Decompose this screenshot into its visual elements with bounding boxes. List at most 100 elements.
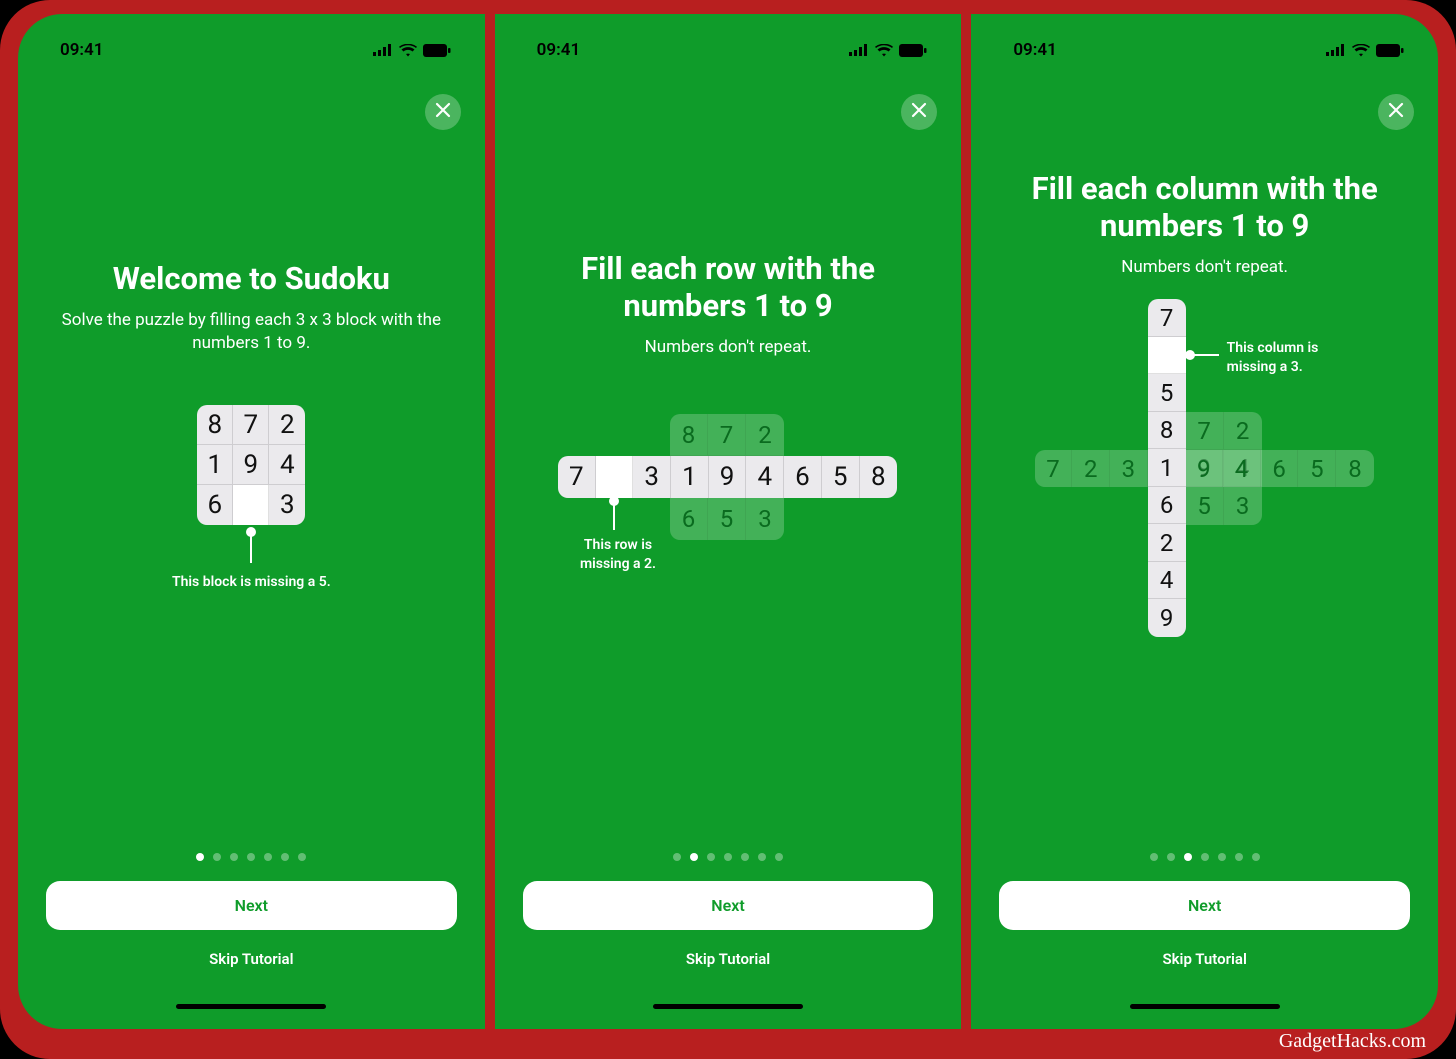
- battery-icon: [899, 44, 927, 57]
- home-indicator[interactable]: [176, 1004, 326, 1009]
- page-dot[interactable]: [673, 853, 681, 861]
- page-indicator: [196, 853, 306, 861]
- next-button[interactable]: Next: [46, 881, 457, 930]
- bottom-controls: Next Skip Tutorial: [971, 853, 1438, 1029]
- phone-screen-1: 09:41 Welcome to Sudoku Solve the puz: [18, 14, 485, 1029]
- watermark: GadgetHacks.com: [1279, 1030, 1426, 1053]
- status-time: 09:41: [537, 40, 580, 60]
- sudoku-ghost-cell: 7: [1035, 450, 1073, 488]
- page-dot[interactable]: [1150, 853, 1158, 861]
- sudoku-cell-empty: [596, 456, 634, 498]
- sudoku-cell: 8: [860, 456, 898, 498]
- page-dot[interactable]: [690, 853, 698, 861]
- tutorial-content: Fill each row with the numbers 1 to 9 Nu…: [495, 60, 962, 853]
- phone-screen-3: 09:41 Fill each column with the numbers …: [971, 14, 1438, 1029]
- status-bar: 09:41: [971, 14, 1438, 60]
- page-dot[interactable]: [724, 853, 732, 861]
- sudoku-cell: 7: [1148, 299, 1186, 337]
- wifi-icon: [875, 44, 893, 57]
- page-dot[interactable]: [298, 853, 306, 861]
- sudoku-ghost-cell: 8: [670, 414, 708, 456]
- sudoku-cell: 6: [784, 456, 822, 498]
- sudoku-cell: 4: [269, 445, 305, 485]
- next-button[interactable]: Next: [999, 881, 1410, 930]
- sudoku-cell-empty: [233, 485, 269, 525]
- home-indicator[interactable]: [653, 1004, 803, 1009]
- close-icon: [435, 102, 451, 122]
- page-dot[interactable]: [741, 853, 749, 861]
- close-icon: [911, 102, 927, 122]
- sudoku-cell: 3: [269, 485, 305, 525]
- page-indicator: [673, 853, 783, 861]
- skip-tutorial-button[interactable]: Skip Tutorial: [1162, 950, 1246, 968]
- sudoku-cell: 1: [197, 445, 233, 485]
- page-dot[interactable]: [1252, 853, 1260, 861]
- page-dot[interactable]: [1184, 853, 1192, 861]
- sudoku-ghost-cell: 2: [1072, 450, 1110, 488]
- page-dot[interactable]: [264, 853, 272, 861]
- sudoku-ghost-cell: 5: [1298, 450, 1336, 488]
- skip-tutorial-button[interactable]: Skip Tutorial: [686, 950, 770, 968]
- sudoku-cell: 1: [1148, 449, 1186, 487]
- tutorial-content: Fill each column with the numbers 1 to 9…: [971, 60, 1438, 853]
- page-dot[interactable]: [775, 853, 783, 861]
- next-button[interactable]: Next: [523, 881, 934, 930]
- sudoku-ghost-cell: 2: [1224, 412, 1262, 450]
- cellular-signal-icon: [849, 44, 869, 56]
- sudoku-cell: 2: [1148, 524, 1186, 562]
- sudoku-ghost-cell: 9: [1185, 450, 1223, 488]
- sudoku-cell: 1: [671, 456, 709, 498]
- page-dot[interactable]: [1218, 853, 1226, 861]
- sudoku-ghost-cell: 5: [1186, 487, 1224, 525]
- status-icons: [1326, 44, 1404, 57]
- bottom-controls: Next Skip Tutorial: [495, 853, 962, 1029]
- page-indicator: [1150, 853, 1260, 861]
- sudoku-row: 7 3 1 9 4 6 5 8: [558, 456, 897, 498]
- page-dot[interactable]: [230, 853, 238, 861]
- callout-pointer-icon: [250, 531, 252, 563]
- tutorial-title: Fill each column with the numbers 1 to 9: [999, 170, 1410, 244]
- sudoku-cell: 4: [746, 456, 784, 498]
- sudoku-ghost-cell: 2: [746, 414, 784, 456]
- bottom-controls: Next Skip Tutorial: [18, 853, 485, 1029]
- page-dot[interactable]: [281, 853, 289, 861]
- page-dot[interactable]: [247, 853, 255, 861]
- wifi-icon: [1352, 44, 1370, 57]
- cellular-signal-icon: [1326, 44, 1346, 56]
- tutorial-subtitle: Numbers don't repeat.: [645, 336, 812, 359]
- sudoku-ghost-cell: 3: [746, 498, 784, 540]
- sudoku-ghost-cell: 6: [1261, 450, 1299, 488]
- page-dot[interactable]: [196, 853, 204, 861]
- status-time: 09:41: [1013, 40, 1056, 60]
- close-button[interactable]: [1378, 94, 1414, 130]
- sudoku-ghost-cell: 5: [708, 498, 746, 540]
- screenshot-frame: 09:41 Welcome to Sudoku Solve the puz: [0, 0, 1456, 1059]
- sudoku-cell: 6: [197, 485, 233, 525]
- page-dot[interactable]: [707, 853, 715, 861]
- page-dot[interactable]: [213, 853, 221, 861]
- wifi-icon: [399, 44, 417, 57]
- skip-tutorial-button[interactable]: Skip Tutorial: [209, 950, 293, 968]
- sudoku-cell-empty: [1148, 337, 1186, 375]
- page-dot[interactable]: [1201, 853, 1209, 861]
- cellular-signal-icon: [373, 44, 393, 56]
- page-dot[interactable]: [1167, 853, 1175, 861]
- sudoku-ghost-cell: 4: [1223, 450, 1261, 488]
- tutorial-hint: This block is missing a 5.: [172, 573, 331, 591]
- sudoku-cell: 6: [1148, 487, 1186, 525]
- sudoku-row-diagram: 8 7 2 6 5 3 7 3 1 9 4 6: [558, 414, 898, 544]
- status-icons: [849, 44, 927, 57]
- sudoku-cell: 8: [197, 405, 233, 445]
- battery-icon: [1376, 44, 1404, 57]
- sudoku-cell: 2: [269, 405, 305, 445]
- tutorial-subtitle: Numbers don't repeat.: [1121, 256, 1288, 279]
- page-dot[interactable]: [758, 853, 766, 861]
- sudoku-ghost-cell: 7: [1186, 412, 1224, 450]
- close-button[interactable]: [425, 94, 461, 130]
- sudoku-ghost-row: 7 2 3 1 9 4 6 5 8: [1035, 450, 1374, 488]
- page-dot[interactable]: [1235, 853, 1243, 861]
- tutorial-title: Welcome to Sudoku: [113, 260, 390, 297]
- sudoku-column-diagram: 7 2 9 4 5 3 7 2 3 1 9 4 6 5: [1035, 299, 1375, 639]
- home-indicator[interactable]: [1130, 1004, 1280, 1009]
- tutorial-title: Fill each row with the numbers 1 to 9: [523, 250, 934, 324]
